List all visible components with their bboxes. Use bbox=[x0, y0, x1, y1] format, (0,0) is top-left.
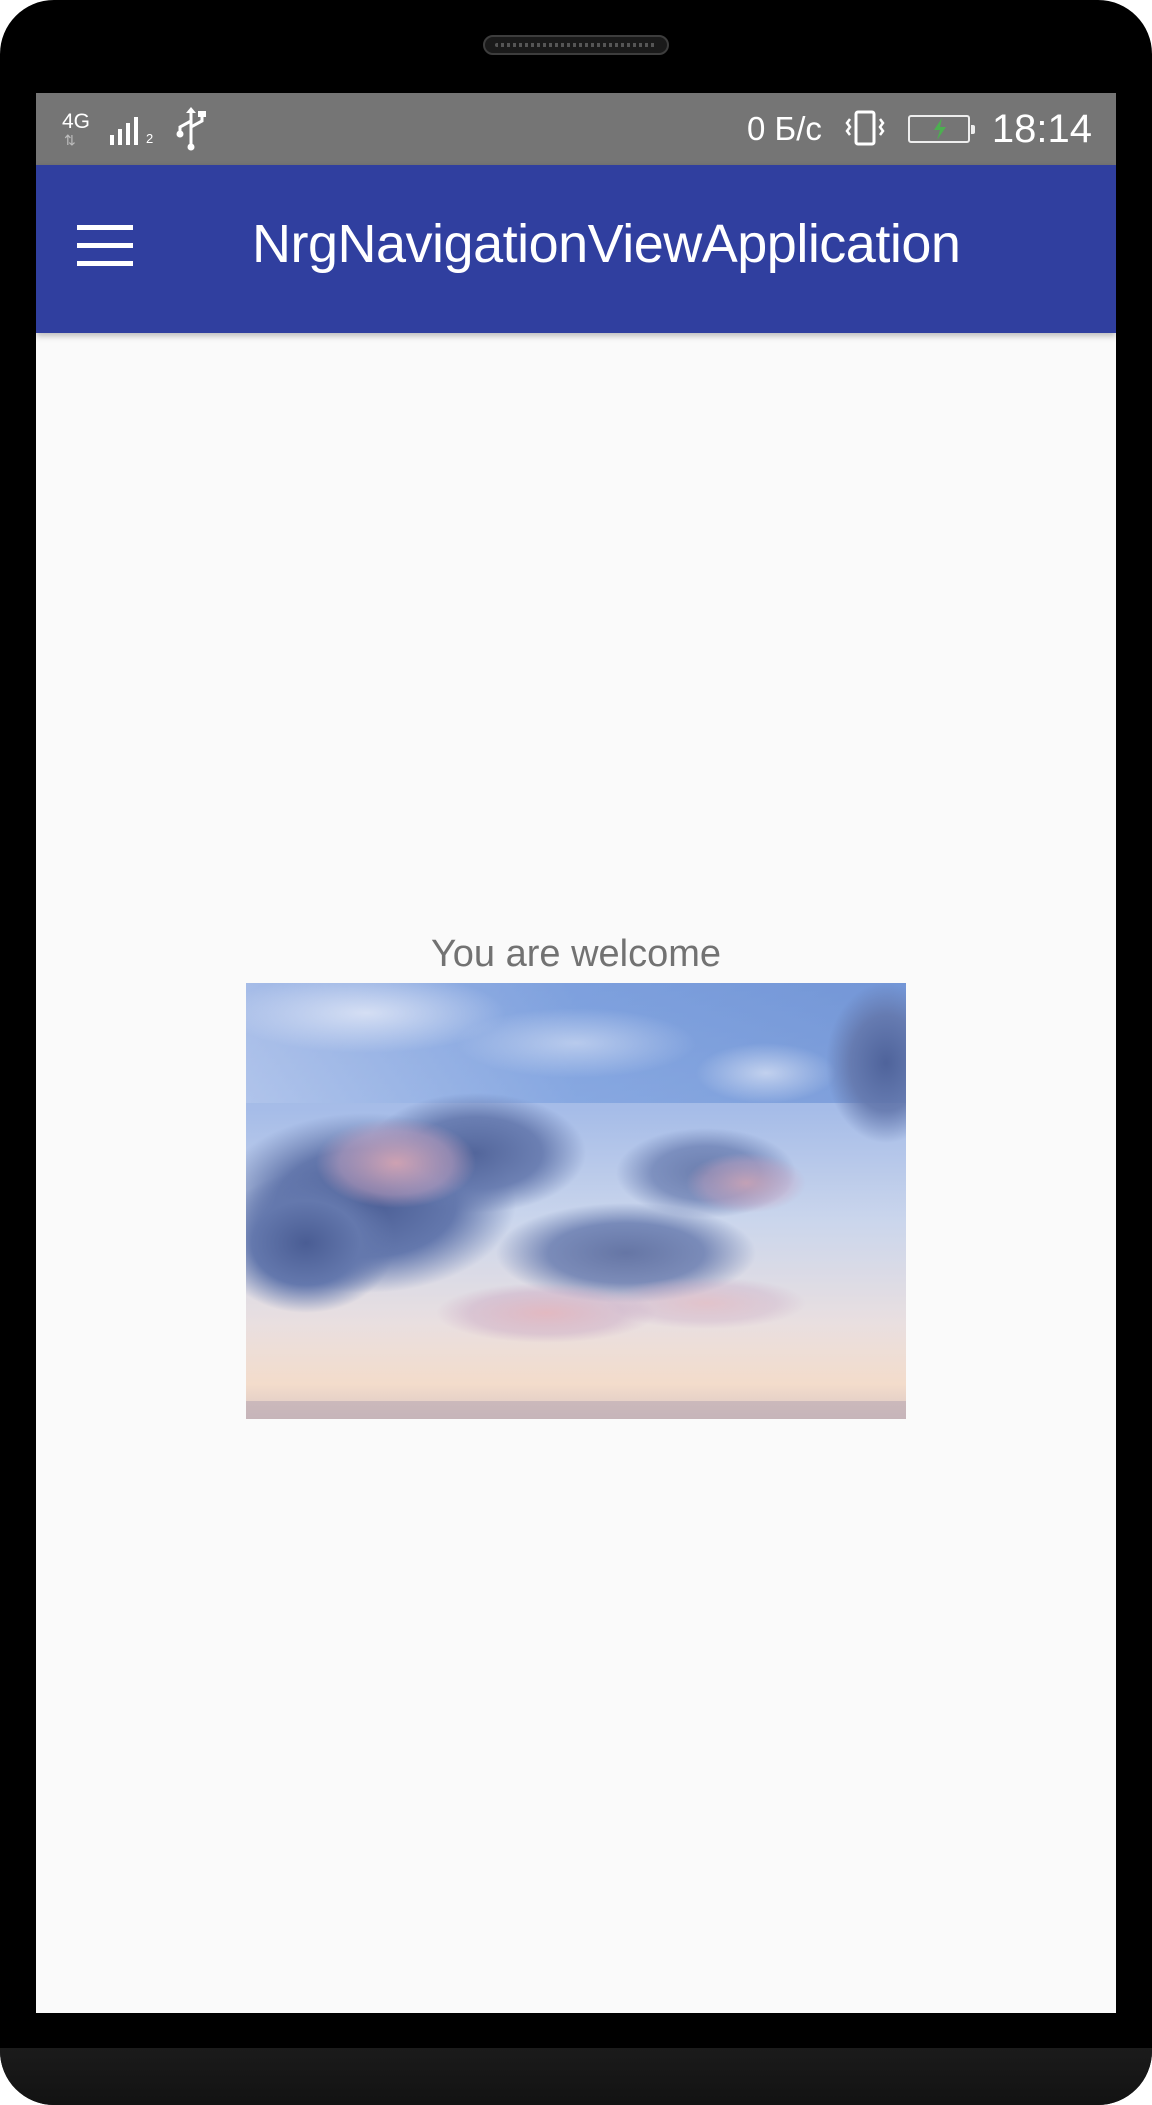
battery-charging-icon bbox=[907, 115, 975, 143]
earpiece-speaker bbox=[483, 35, 669, 55]
app-toolbar: NrgNavigationViewApplication bbox=[36, 165, 1116, 333]
status-clock: 18:14 bbox=[991, 106, 1092, 151]
sim-index-label: 2 bbox=[146, 131, 154, 146]
device-frame: 4G ⇅ 2 0 Б/с 18:14 NrgNavigationViewAppl… bbox=[0, 0, 1152, 2105]
usb-icon bbox=[172, 107, 210, 151]
device-bottom-bezel bbox=[0, 2048, 1152, 2105]
sky-clouds-image bbox=[246, 983, 906, 1419]
vibrate-icon bbox=[844, 109, 886, 149]
status-bar-left: 4G ⇅ 2 bbox=[62, 107, 210, 151]
status-bar-right: 0 Б/с 18:14 bbox=[747, 93, 1092, 165]
screen: 4G ⇅ 2 0 Б/с 18:14 NrgNavigationViewAppl… bbox=[36, 93, 1116, 2013]
status-bar: 4G ⇅ 2 0 Б/с 18:14 bbox=[36, 93, 1116, 165]
app-title: NrgNavigationViewApplication bbox=[252, 214, 961, 274]
network-type-label: 4G bbox=[62, 110, 91, 133]
menu-button[interactable] bbox=[77, 225, 135, 271]
menu-icon bbox=[77, 225, 135, 266]
network-type-indicator: 4G ⇅ bbox=[62, 109, 94, 149]
data-speed: 0 Б/с bbox=[747, 110, 822, 147]
data-arrows-icon: ⇅ bbox=[64, 132, 76, 148]
signal-icon: 2 bbox=[108, 109, 158, 149]
welcome-text: You are welcome bbox=[430, 933, 722, 975]
